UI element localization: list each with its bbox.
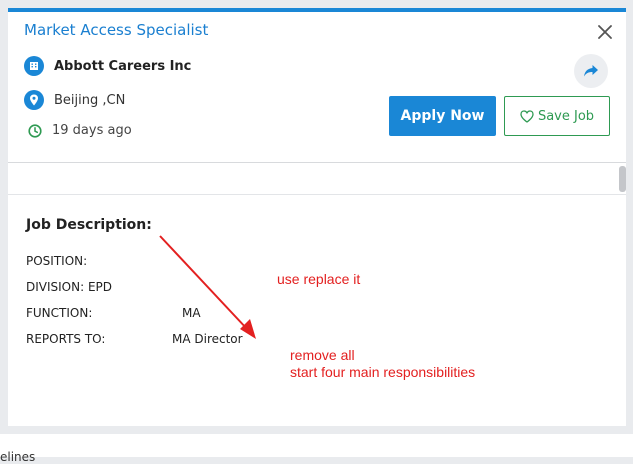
annotation-note-remove: remove all [290,347,355,363]
job-detail-card: Market Access Specialist Abbott Careers … [8,8,626,426]
annotation-note-responsibilities: start four main responsibilities [290,364,476,380]
partial-page-text: elines [0,450,36,464]
page-below-card [0,434,633,457]
annotation-note-replace: use replace it [277,271,361,287]
